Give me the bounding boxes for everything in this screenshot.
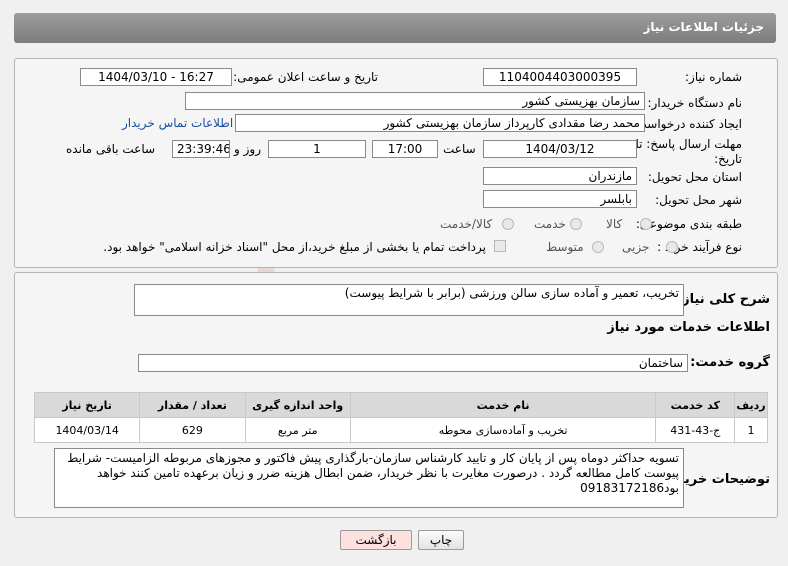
city-label: شهر محل تحویل: bbox=[655, 193, 742, 207]
process-radio-medium[interactable] bbox=[592, 241, 604, 253]
process-option-minor: جزیی bbox=[622, 240, 650, 254]
category-radio-service[interactable] bbox=[570, 218, 582, 230]
remaining-time-label: ساعت باقی مانده bbox=[66, 142, 156, 156]
cell-quantity: 629 bbox=[139, 417, 246, 443]
column-header-row-number: ردیف bbox=[734, 392, 768, 418]
service-group-label: گروه خدمت: bbox=[690, 355, 770, 370]
cell-service-name: تخریب و آماده‌سازی محوطه bbox=[349, 417, 657, 443]
services-section-title: اطلاعات خدمات مورد نیاز bbox=[607, 320, 770, 335]
cell-unit: متر مربع bbox=[244, 417, 351, 443]
province-label: استان محل تحویل: bbox=[647, 170, 742, 184]
need-number-label: شماره نیاز: bbox=[685, 70, 742, 84]
column-header-need-date: تاریخ نیاز bbox=[33, 392, 141, 418]
days-field: 1 bbox=[268, 140, 366, 158]
requester-field: محمد رضا مقدادی کارپرداز سازمان بهزیستی … bbox=[235, 114, 645, 132]
description-field: تخریب، تعمیر و آماده سازی سالن ورزشی (بر… bbox=[134, 284, 684, 316]
need-info-panel bbox=[14, 58, 778, 268]
treasury-payment-note: پرداخت تمام یا بخشی از مبلغ خرید،از محل … bbox=[103, 240, 486, 254]
description-label: شرح کلی نیاز: bbox=[676, 292, 770, 307]
deadline-time-field: 17:00 bbox=[372, 140, 438, 158]
page-title: جزئیات اطلاعات نیاز bbox=[643, 20, 764, 34]
days-label: روز و bbox=[234, 142, 261, 156]
table-header-row: ردیف کد خدمت نام خدمت واحد اندازه گیری ت… bbox=[33, 392, 768, 418]
buyer-notes-field: تسویه حداکثر دوماه پس از پایان کار و تای… bbox=[54, 448, 684, 508]
cell-need-date: 1404/03/14 bbox=[33, 417, 141, 443]
treasury-payment-checkbox[interactable] bbox=[494, 240, 506, 252]
category-option-goods: کالا bbox=[606, 217, 623, 231]
requester-label: ایجاد کننده درخواست: bbox=[631, 117, 742, 131]
process-option-medium: متوسط bbox=[546, 240, 584, 254]
announce-date-label: تاریخ و ساعت اعلان عمومی: bbox=[233, 70, 378, 84]
column-header-quantity: تعداد / مقدار bbox=[139, 392, 246, 418]
buyer-org-label: نام دستگاه خریدار: bbox=[647, 96, 743, 110]
service-group-field: ساختمان bbox=[138, 354, 688, 372]
services-table: ردیف کد خدمت نام خدمت واحد اندازه گیری ت… bbox=[33, 392, 768, 443]
category-option-goods-service: کالا/خدمت bbox=[440, 217, 493, 231]
need-number-field: 1104004403000395 bbox=[483, 68, 637, 86]
category-radio-goods[interactable] bbox=[640, 218, 652, 230]
deadline-label-2: تاریخ: bbox=[714, 152, 742, 166]
cell-service-code: ج-43-431 bbox=[655, 417, 736, 443]
buyer-contact-link[interactable]: اطلاعات تماس خریدار bbox=[122, 116, 233, 130]
process-radio-minor[interactable] bbox=[666, 241, 678, 253]
table-row: 1 ج-43-431 تخریب و آماده‌سازی محوطه متر … bbox=[33, 417, 768, 443]
deadline-label: مهلت ارسال پاسخ: تا bbox=[635, 137, 742, 151]
category-radio-goods-service[interactable] bbox=[502, 218, 514, 230]
page-header: جزئیات اطلاعات نیاز bbox=[14, 13, 776, 43]
print-button[interactable]: چاپ bbox=[418, 530, 464, 550]
column-header-unit: واحد اندازه گیری bbox=[244, 392, 351, 418]
city-field: بابلسر bbox=[483, 190, 637, 208]
column-header-service-name: نام خدمت bbox=[349, 392, 657, 418]
time-label: ساعت bbox=[443, 142, 476, 156]
category-option-service: خدمت bbox=[534, 217, 566, 231]
cell-row-number: 1 bbox=[734, 417, 768, 443]
deadline-date-field: 1404/03/12 bbox=[483, 140, 637, 158]
announce-date-field: 1404/03/10 - 16:27 bbox=[80, 68, 232, 86]
column-header-service-code: کد خدمت bbox=[655, 392, 736, 418]
back-button[interactable]: بازگشت bbox=[340, 530, 412, 550]
province-field: مازندران bbox=[483, 167, 637, 185]
remaining-time-field: 23:39:46 bbox=[172, 140, 230, 158]
buyer-org-field: سازمان بهزیستی کشور bbox=[185, 92, 645, 110]
